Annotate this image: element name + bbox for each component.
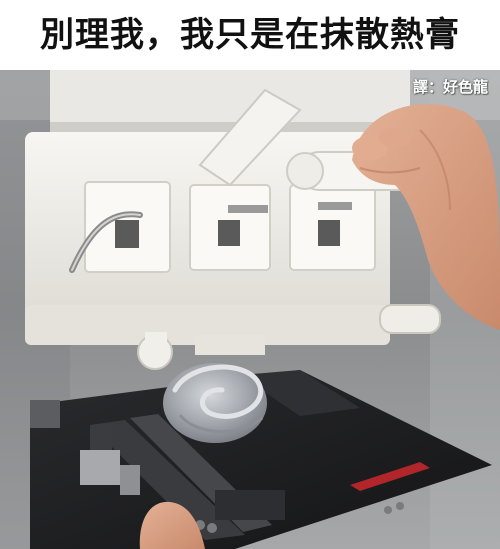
thermal-paste-icon: [163, 363, 267, 443]
caption-bar: 別理我，我只是在抹散熱膏: [0, 0, 500, 70]
photo: 譯：好色龍: [0, 70, 500, 549]
photo-illustration: [0, 70, 500, 549]
caption-text: 別理我，我只是在抹散熱膏: [40, 15, 460, 55]
meme-image: 別理我，我只是在抹散熱膏 譯：好色龍: [0, 0, 500, 549]
watermark: 譯：好色龍: [412, 78, 488, 96]
